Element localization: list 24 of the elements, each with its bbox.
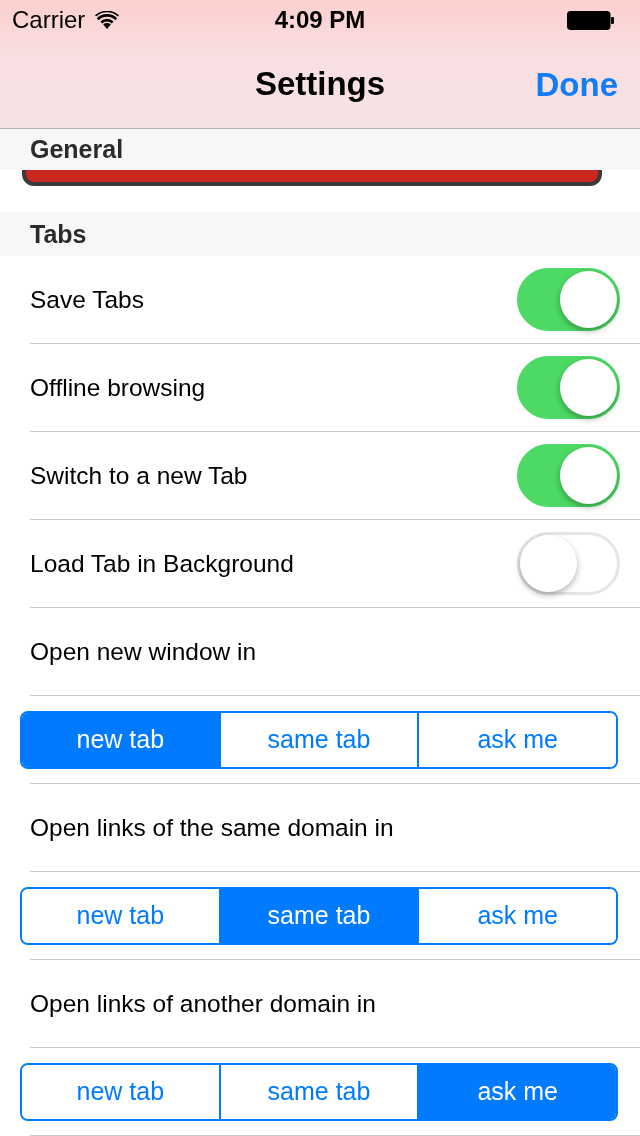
segment-option[interactable]: ask me [417, 712, 616, 767]
toggle-switch[interactable] [517, 268, 620, 331]
setting-label: Offline browsing [30, 373, 206, 402]
setting-label: Switch to a new Tab [30, 461, 248, 490]
status-time: 4:09 PM [274, 6, 366, 34]
section-title: General [30, 134, 124, 165]
wifi-icon [95, 11, 120, 29]
toggle-switch[interactable] [517, 444, 620, 507]
button-edge[interactable] [22, 170, 602, 186]
setting-label: Open new window in [30, 637, 257, 666]
setting-label: Open links of the same domain in [30, 813, 394, 842]
segment-option[interactable]: new tab [22, 712, 219, 767]
nav-title: Settings [254, 65, 386, 103]
setting-label: Save Tabs [30, 285, 144, 314]
setting-label: Load Tab in Background [30, 549, 294, 578]
segment-option[interactable]: ask me [417, 888, 616, 943]
segment-option[interactable]: ask me [417, 1064, 616, 1119]
done-button[interactable]: Done [531, 62, 622, 108]
segment-option[interactable]: same tab [218, 888, 418, 943]
carrier-name: Carrier [12, 6, 86, 34]
battery-icon [567, 10, 614, 30]
setting-label: Open links of another domain in [30, 989, 376, 1018]
section-title: Tabs [30, 219, 87, 250]
toggle-switch[interactable] [517, 356, 620, 419]
